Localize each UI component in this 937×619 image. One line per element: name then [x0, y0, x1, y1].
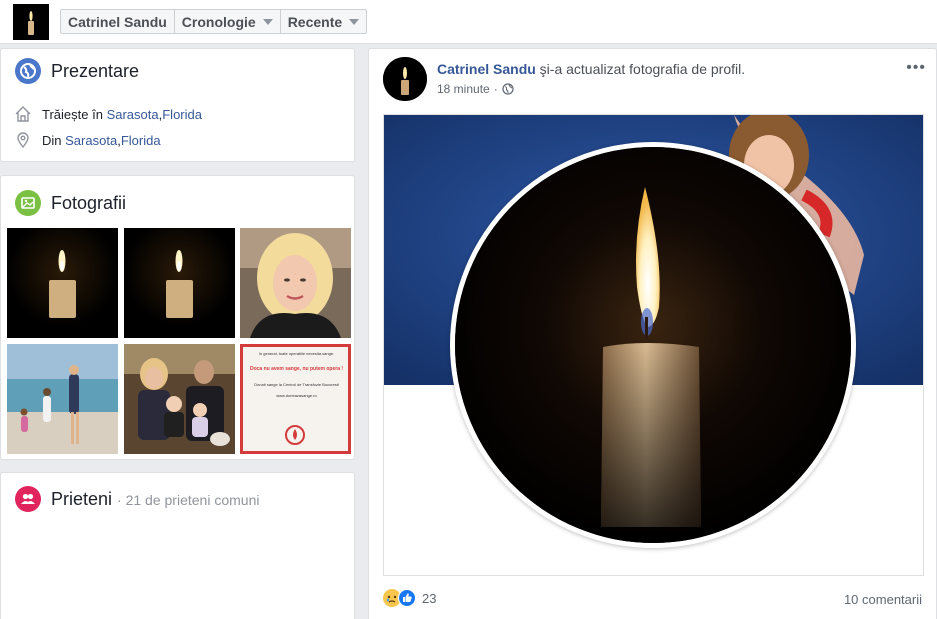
- photos-title: Fotografii: [51, 193, 127, 213]
- mutual-friends-count[interactable]: · 21 de prieteni comuni: [117, 492, 259, 508]
- photo-thumbnail[interactable]: [124, 344, 235, 454]
- profile-picture-update-post: Catrinel Sandu şi-a actualizat fotografi…: [368, 48, 937, 619]
- profile-thumbnail[interactable]: [13, 4, 49, 40]
- nav-profile-name[interactable]: Catrinel Sandu: [61, 10, 175, 33]
- chevron-down-icon: [349, 19, 360, 25]
- nav-timeline[interactable]: Cronologie: [175, 10, 281, 33]
- from-city-link[interactable]: Sarasota: [65, 133, 117, 148]
- post-timestamp[interactable]: 18 minute: [437, 82, 490, 96]
- profile-nav: Catrinel Sandu Cronologie Recente: [60, 9, 368, 34]
- comments-count-link[interactable]: 10 comentarii: [844, 592, 922, 607]
- friends-link[interactable]: Prieteni: [51, 489, 112, 509]
- nav-recent[interactable]: Recente: [281, 10, 366, 33]
- from-row: Din Sarasota, Florida: [14, 131, 161, 149]
- friends-icon: [15, 486, 41, 512]
- profile-picture-frame: [450, 142, 856, 548]
- home-icon: [15, 106, 31, 122]
- lives-in-row: Trăiește în Sarasota, Florida: [14, 105, 202, 123]
- like-reaction-icon: [398, 589, 416, 607]
- intro-card: Prezentare Trăiește în Sarasota, Florida…: [0, 48, 355, 162]
- post-media[interactable]: [383, 114, 924, 576]
- globe-icon: [15, 58, 41, 84]
- photo-thumbnail-flyer[interactable]: In general, toate operatiile necesita sa…: [240, 344, 351, 454]
- photo-thumbnail[interactable]: [7, 228, 118, 338]
- friends-card: Prieteni · 21 de prieteni comuni: [0, 472, 355, 619]
- photo-thumbnail[interactable]: [7, 344, 118, 454]
- location-pin-icon: [17, 132, 29, 149]
- post-author-avatar[interactable]: [383, 57, 427, 101]
- photo-thumbnail[interactable]: [124, 228, 235, 338]
- photos-card: Fotografii In general, toate operatiile …: [0, 175, 355, 460]
- chevron-down-icon: [262, 19, 273, 25]
- lives-city-link[interactable]: Sarasota: [107, 107, 159, 122]
- reaction-count: 23: [422, 590, 437, 606]
- intro-title: Prezentare: [51, 61, 140, 81]
- profile-picture-candle: [455, 147, 851, 543]
- reactions-summary[interactable]: 23: [383, 589, 436, 607]
- photo-icon: [15, 190, 41, 216]
- from-state-link[interactable]: Florida: [121, 133, 161, 148]
- profile-top-bar: Catrinel Sandu Cronologie Recente: [0, 0, 937, 44]
- post-header: Catrinel Sandu şi-a actualizat fotografi…: [437, 61, 746, 77]
- lives-state-link[interactable]: Florida: [162, 107, 202, 122]
- post-meta: 18 minute ·: [437, 82, 514, 96]
- friends-title: Prieteni · 21 de prieteni comuni: [51, 489, 259, 510]
- globe-icon[interactable]: [502, 83, 514, 95]
- more-options-icon[interactable]: •••: [906, 59, 926, 77]
- post-author-link[interactable]: Catrinel Sandu: [437, 61, 536, 77]
- photo-thumbnail[interactable]: [240, 228, 351, 338]
